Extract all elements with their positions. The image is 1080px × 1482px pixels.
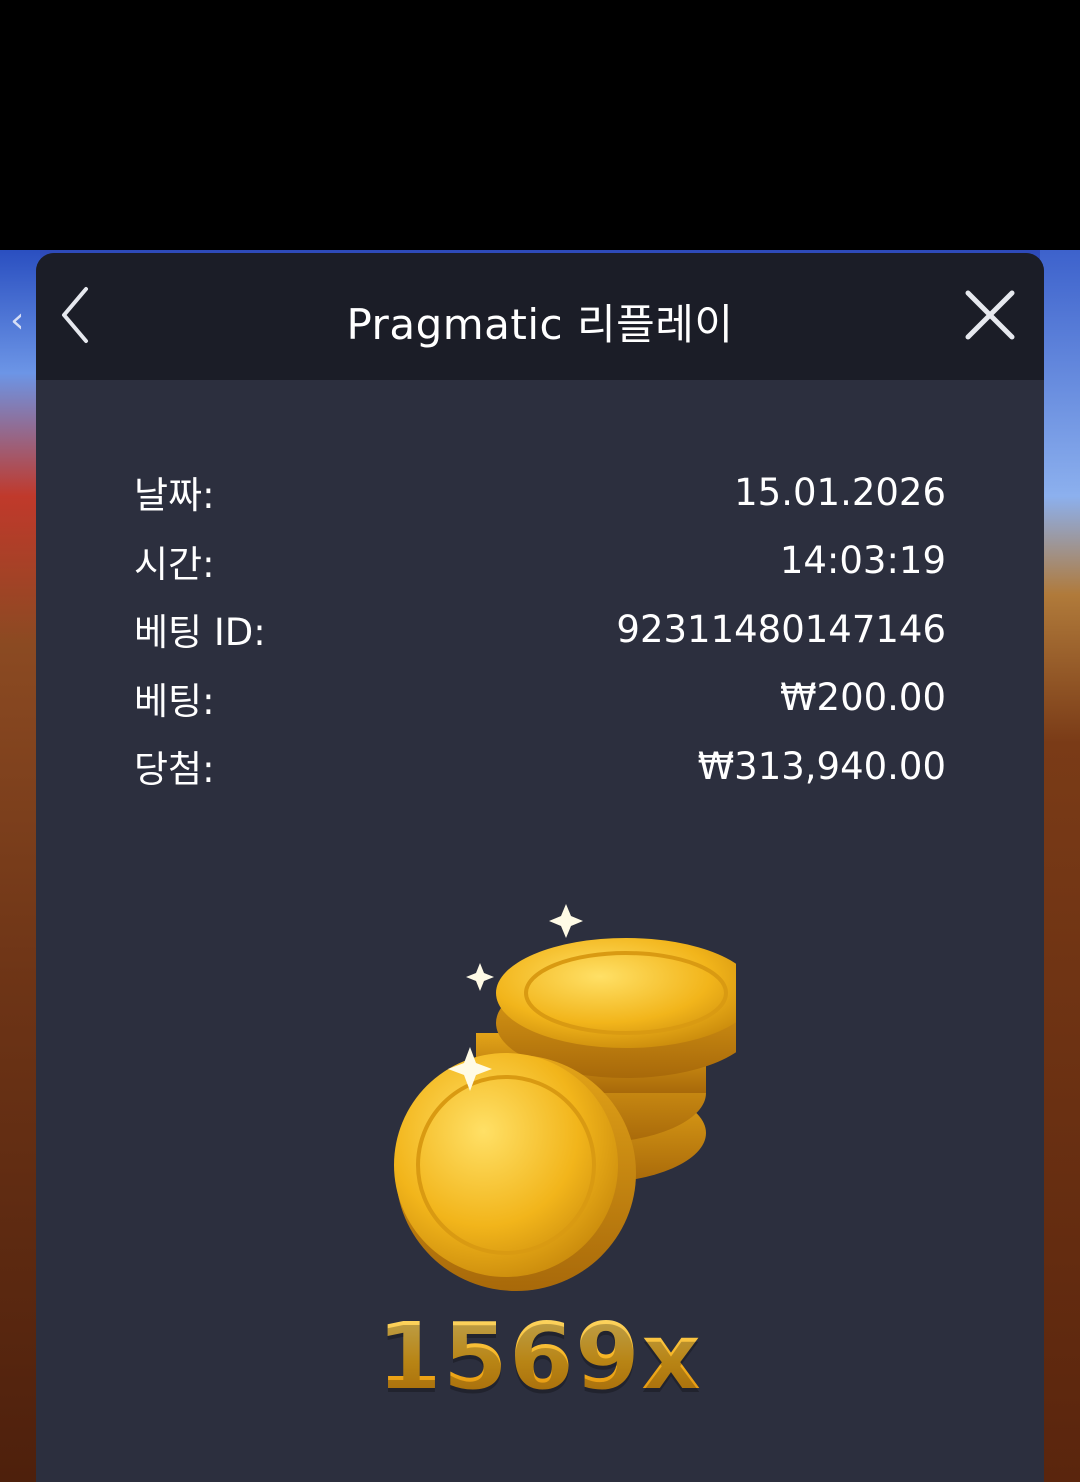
bet-details: 날짜: 15.01.2026 시간: 14:03:19 베팅 ID: 92311…	[134, 458, 946, 801]
game-background-left-edge	[0, 250, 40, 1482]
detail-row-date: 날짜: 15.01.2026	[134, 458, 946, 527]
background-back-icon: ‹	[10, 300, 25, 341]
detail-row-bet-id: 베팅 ID: 92311480147146	[134, 595, 946, 664]
close-button[interactable]	[962, 287, 1018, 343]
game-background-right-edge	[1040, 250, 1080, 1482]
detail-row-bet-amount: 베팅: ₩200.00	[134, 664, 946, 733]
detail-value: ₩200.00	[779, 676, 946, 720]
detail-value: 14:03:19	[779, 539, 946, 583]
detail-label: 베팅:	[134, 679, 215, 723]
gold-coins-icon	[394, 904, 736, 1291]
modal-header: Pragmatic 리플레이	[36, 253, 1044, 380]
detail-row-time: 시간: 14:03:19	[134, 527, 946, 596]
detail-value: 15.01.2026	[734, 470, 946, 514]
detail-label: 날짜:	[134, 474, 215, 518]
win-multiplier: 1569x	[36, 1303, 1044, 1410]
replay-modal: Pragmatic 리플레이 날짜: 15.01.2026 시간: 14:03:…	[36, 253, 1044, 1482]
close-icon	[965, 290, 1015, 340]
detail-label: 베팅 ID:	[134, 611, 266, 655]
detail-value: ₩313,940.00	[697, 744, 946, 788]
detail-value: 92311480147146	[616, 607, 946, 651]
detail-label: 당첨:	[134, 748, 215, 792]
detail-label: 시간:	[134, 542, 215, 586]
detail-row-win-amount: 당첨: ₩313,940.00	[134, 732, 946, 801]
modal-title: Pragmatic 리플레이	[346, 300, 734, 349]
